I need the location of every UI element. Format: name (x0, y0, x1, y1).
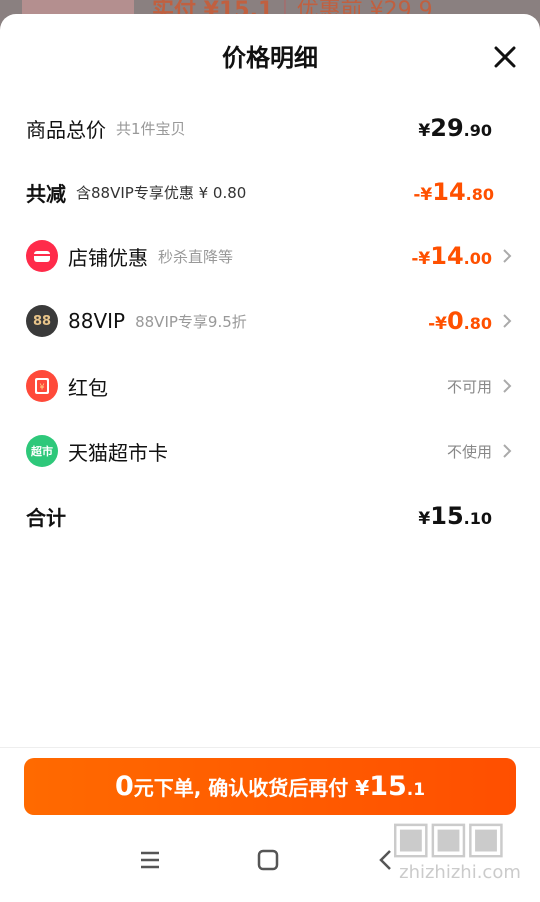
row-tmall-card[interactable]: 超市 天猫超市卡 不使用 (26, 431, 514, 471)
red-packet-icon: ¥ (26, 370, 58, 402)
tmall-supermarket-icon: 超市 (26, 435, 58, 467)
close-icon[interactable] (492, 44, 518, 70)
amount-decimal: .90 (463, 121, 492, 140)
hongbao-status: 不可用 (446, 377, 492, 396)
currency-symbol: -¥ (428, 314, 447, 334)
vip-label: 88VIP (68, 309, 126, 333)
hongbao-label: 红包 (68, 375, 108, 400)
currency-symbol: ¥ (418, 121, 431, 141)
watermark-text: zhizhizhi.com (399, 862, 521, 883)
svg-text:¥: ¥ (39, 383, 44, 392)
sheet-title: 价格明细 (222, 44, 318, 72)
sum-label: 合计 (26, 505, 66, 530)
store-discount-detail: 秒杀直降等 (158, 247, 234, 266)
currency-symbol: -¥ (413, 185, 433, 205)
chevron-right-icon (503, 444, 512, 458)
amount-decimal: .10 (463, 509, 492, 528)
tmall-card-status: 不使用 (446, 442, 492, 461)
currency-symbol: ¥ (418, 509, 431, 529)
sum-amount: ¥15.10 (418, 502, 492, 530)
amount-decimal: .80 (463, 314, 492, 333)
amount-integer: 0 (446, 307, 464, 335)
amount-decimal: .00 (463, 249, 492, 268)
menu-icon[interactable] (132, 842, 168, 878)
watermark-logo-icon: ▣▣▣ (390, 812, 507, 863)
vip-discount-amount: -¥ 0.80 (428, 307, 492, 335)
cta-zero: 0 (114, 771, 134, 802)
store-discount-label: 店铺优惠 (68, 245, 148, 270)
home-icon[interactable] (250, 842, 286, 878)
goods-total-count: 共1件宝贝 (116, 119, 186, 138)
row-total-reduce: 共减 含88VIP专享优惠 ¥ 0.80 -¥ 14.80 (26, 172, 514, 212)
row-88vip[interactable]: 88 88VIP 88VIP专享9.5折 -¥ 0.80 (26, 301, 514, 341)
cta-amount-decimal: .1 (406, 780, 426, 800)
footer-divider (0, 747, 540, 748)
vip-detail: 88VIP专享9.5折 (135, 312, 247, 331)
chevron-right-icon (503, 379, 512, 393)
amount-integer: 29 (430, 114, 464, 142)
price-detail-sheet: 价格明细 商品总价 共1件宝贝 ¥29.90 共减 含88VIP专享优惠 ¥ 0… (0, 14, 540, 902)
row-hongbao[interactable]: ¥ 红包 不可用 (26, 366, 514, 406)
store-icon (26, 240, 58, 272)
amount-decimal: .80 (465, 185, 494, 204)
amount-integer: 14 (430, 242, 464, 270)
vip-icon: 88 (26, 305, 58, 337)
row-store-discount[interactable]: 店铺优惠 秒杀直降等 -¥ 14.00 (26, 236, 514, 276)
watermark: ▣▣▣ zhizhizhi.com (390, 814, 530, 894)
total-reduce-amount: -¥ 14.80 (413, 178, 494, 206)
cta-amount-integer: 15 (369, 771, 407, 802)
amount-integer: 14 (432, 178, 466, 206)
currency-symbol: -¥ (411, 249, 431, 269)
total-reduce-label: 共减 (26, 181, 66, 206)
chevron-right-icon (503, 249, 512, 263)
row-sum: 合计 ¥15.10 (26, 496, 514, 536)
goods-total-amount: ¥29.90 (418, 114, 492, 142)
place-order-button[interactable]: 0 元下单, 确认收货后再付 ¥15.1 (24, 758, 516, 815)
goods-total-label: 商品总价 (26, 117, 106, 142)
chevron-right-icon (503, 314, 512, 328)
total-reduce-detail: 含88VIP专享优惠 ¥ 0.80 (76, 183, 247, 202)
amount-integer: 15 (430, 502, 464, 530)
tmall-card-label: 天猫超市卡 (68, 440, 168, 465)
store-discount-amount: -¥ 14.00 (411, 242, 492, 270)
row-goods-total: 商品总价 共1件宝贝 ¥29.90 (26, 108, 514, 148)
cta-text: 元下单, 确认收货后再付 ¥ (133, 776, 370, 800)
